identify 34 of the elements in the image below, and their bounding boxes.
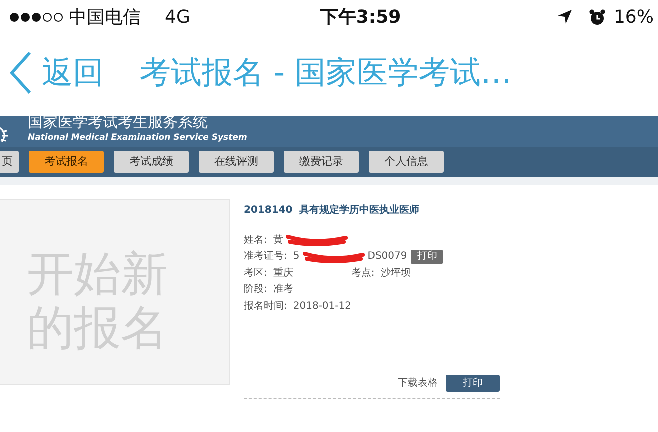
registration-title: 2018140 具有规定学历中医执业医师 bbox=[244, 203, 421, 218]
battery-percent: 16% bbox=[614, 6, 654, 30]
nav-tab[interactable]: 个人信息 bbox=[369, 151, 444, 173]
laurel-logo-icon bbox=[0, 126, 10, 144]
field-label: 考区: bbox=[244, 266, 268, 281]
site-subtitle: National Medical Examination Service System bbox=[28, 134, 248, 142]
field-value: 重庆 bbox=[273, 266, 294, 281]
field-label: 姓名: bbox=[244, 234, 268, 248]
field-label: 阶段: bbox=[244, 283, 268, 298]
nav-tab[interactable]: 页 bbox=[0, 151, 19, 173]
carrier-name: 中国电信 bbox=[69, 6, 141, 30]
signal-icon bbox=[10, 12, 65, 22]
chevron-left-icon bbox=[8, 51, 34, 95]
nav-tab[interactable]: 缴费记录 bbox=[284, 151, 359, 173]
field-label: 考点: bbox=[351, 266, 375, 281]
nav-tab[interactable]: 考试成绩 bbox=[114, 151, 189, 173]
nav-tab[interactable]: 在线评测 bbox=[199, 151, 274, 173]
field-value: 准考 bbox=[273, 282, 294, 298]
location-arrow-icon bbox=[556, 9, 573, 25]
print-ticket-button[interactable]: 打印 bbox=[411, 250, 444, 264]
field-value: 沙坪坝 bbox=[380, 266, 411, 281]
field-label: 准考证号: bbox=[244, 250, 288, 264]
page-title: 考试报名 - 国家医学考试… bbox=[140, 54, 512, 93]
nav-tab[interactable]: 考试报名 bbox=[29, 151, 104, 173]
network-type: 4G bbox=[165, 6, 190, 30]
download-form-link[interactable]: 下载表格 bbox=[398, 376, 438, 390]
field-value: 2018-01-12 bbox=[293, 300, 352, 314]
field-label: 报名时间: bbox=[244, 300, 288, 314]
alarm-clock-icon bbox=[588, 8, 606, 26]
clock-time: 下午3:59 bbox=[320, 6, 402, 30]
field-value: 5 bbox=[293, 250, 300, 264]
field-value: DS0079 bbox=[368, 250, 408, 264]
field-value: 黄 bbox=[273, 234, 284, 248]
print-button[interactable]: 打印 bbox=[446, 374, 500, 392]
